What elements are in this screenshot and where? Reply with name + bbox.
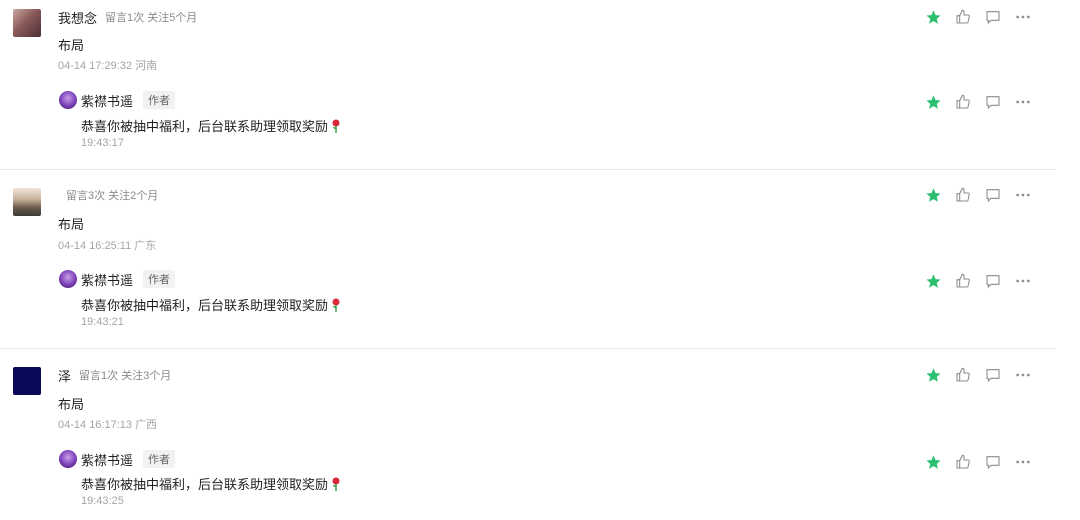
- more-icon[interactable]: [1014, 186, 1032, 204]
- thumbs-up-icon[interactable]: [954, 186, 972, 204]
- rose-icon: [331, 119, 341, 136]
- author-name[interactable]: 紫襟书遥: [81, 91, 133, 110]
- thumbs-up-icon[interactable]: [954, 366, 972, 384]
- reply-time: 19:43:25: [81, 495, 124, 507]
- avatar[interactable]: [13, 367, 41, 395]
- avatar[interactable]: [13, 9, 41, 37]
- comment-icon[interactable]: [984, 453, 1002, 471]
- comment-header: 留言3次 关注2个月: [58, 186, 158, 204]
- avatar[interactable]: [13, 188, 41, 216]
- nickname[interactable]: 我想念: [58, 8, 97, 27]
- thumbs-up-icon[interactable]: [954, 93, 972, 111]
- reply-actions: [924, 453, 1032, 471]
- reply-content: 恭喜你被抽中福利，后台联系助理领取奖励: [81, 474, 341, 494]
- comment-actions: [924, 186, 1032, 204]
- comment-time: 04-14 17:29:32 河南: [58, 60, 158, 72]
- thumbs-up-icon[interactable]: [954, 8, 972, 26]
- author-avatar[interactable]: [59, 270, 77, 288]
- author-name[interactable]: 紫襟书遥: [81, 270, 133, 289]
- comment-content: 布局: [58, 217, 85, 232]
- star-icon[interactable]: [924, 186, 942, 204]
- user-stats: 留言1次 关注3个月: [79, 370, 172, 382]
- reply-header: 紫襟书遥 作者: [59, 269, 176, 289]
- comment-header: 我想念 留言1次 关注5个月: [58, 8, 197, 26]
- comment-icon[interactable]: [984, 93, 1002, 111]
- thumbs-up-icon[interactable]: [954, 272, 972, 290]
- author-avatar[interactable]: [59, 91, 77, 109]
- divider: [0, 169, 1056, 170]
- star-icon[interactable]: [924, 8, 942, 26]
- comment-icon[interactable]: [984, 186, 1002, 204]
- comment-header: 泽 留言1次 关注3个月: [58, 366, 171, 384]
- more-icon[interactable]: [1014, 453, 1032, 471]
- comment-time: 04-14 16:17:13 广西: [58, 419, 158, 431]
- comment-actions: [924, 366, 1032, 384]
- reply-content: 恭喜你被抽中福利，后台联系助理领取奖励: [81, 295, 341, 315]
- reply-actions: [924, 272, 1032, 290]
- star-icon[interactable]: [924, 272, 942, 290]
- comment-content: 布局: [58, 38, 85, 53]
- reply-time: 19:43:21: [81, 316, 124, 328]
- author-badge: 作者: [143, 270, 176, 288]
- comment-icon[interactable]: [984, 366, 1002, 384]
- divider: [0, 348, 1056, 349]
- rose-icon: [331, 298, 341, 315]
- author-name[interactable]: 紫襟书遥: [81, 450, 133, 469]
- comment-time: 04-14 16:25:11 广东: [58, 240, 157, 252]
- comment-content: 布局: [58, 397, 85, 412]
- author-avatar[interactable]: [59, 450, 77, 468]
- comment-icon[interactable]: [984, 8, 1002, 26]
- rose-icon: [331, 477, 341, 494]
- reply-actions: [924, 93, 1032, 111]
- user-stats: 留言3次 关注2个月: [66, 190, 159, 202]
- more-icon[interactable]: [1014, 272, 1032, 290]
- user-stats: 留言1次 关注5个月: [105, 12, 198, 24]
- nickname[interactable]: 泽: [58, 366, 71, 385]
- comment-icon[interactable]: [984, 272, 1002, 290]
- reply-time: 19:43:17: [81, 137, 124, 149]
- author-badge: 作者: [143, 91, 176, 109]
- more-icon[interactable]: [1014, 366, 1032, 384]
- thumbs-up-icon[interactable]: [954, 453, 972, 471]
- more-icon[interactable]: [1014, 93, 1032, 111]
- reply-text: 恭喜你被抽中福利，后台联系助理领取奖励: [81, 119, 329, 134]
- comment-actions: [924, 8, 1032, 26]
- reply-text: 恭喜你被抽中福利，后台联系助理领取奖励: [81, 298, 329, 313]
- star-icon[interactable]: [924, 366, 942, 384]
- reply-text: 恭喜你被抽中福利，后台联系助理领取奖励: [81, 477, 329, 492]
- reply-header: 紫襟书遥 作者: [59, 449, 176, 469]
- reply-content: 恭喜你被抽中福利，后台联系助理领取奖励: [81, 116, 341, 136]
- more-icon[interactable]: [1014, 8, 1032, 26]
- author-badge: 作者: [143, 450, 176, 468]
- star-icon[interactable]: [924, 93, 942, 111]
- star-icon[interactable]: [924, 453, 942, 471]
- reply-header: 紫襟书遥 作者: [59, 90, 176, 110]
